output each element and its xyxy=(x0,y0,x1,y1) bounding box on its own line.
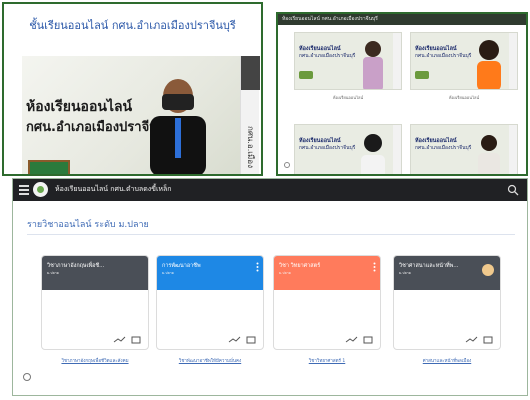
card-title: วิชาศาสนาและหน้าที่พ... xyxy=(399,263,459,269)
help-icon[interactable] xyxy=(23,373,31,381)
section-title: รายวิชาออนไลน์ ระดับ ม.ปลาย xyxy=(27,220,149,230)
card-subtitle: ม.ปลาย xyxy=(47,271,59,275)
course-card[interactable]: การพัฒนาอาชีพ ม.ปลาย xyxy=(156,255,264,350)
chalkboard-icon xyxy=(28,160,70,174)
video-thumbnail[interactable]: ห้องเรียนออนไลน์ กศน.อำเภอเมืองปราจีนบุร… xyxy=(294,32,402,90)
banner-sidebar: กศน.อ.เมือง xyxy=(240,56,260,174)
folder-icon xyxy=(246,336,256,344)
card-actions xyxy=(345,336,373,344)
thumb-subtitle: กศน.อำเภอเมืองปราจีนบุรี xyxy=(415,145,472,151)
video-grid-panel: ห้องเรียนออนไลน์ กศน.อำเภอเมืองปราจีนบุร… xyxy=(276,12,528,176)
thumb-subtitle: กศน.อำเภอเมืองปราจีนบุรี xyxy=(415,53,472,59)
hamburger-icon[interactable] xyxy=(19,185,29,195)
course-card[interactable]: วิชาภาษาอังกฤษเพื่อชี... ม.ปลาย xyxy=(41,255,149,350)
app-bar: ห้องเรียนออนไลน์ กศน.ตำบลดงขี้เหล็ก xyxy=(13,179,527,201)
folder-icon xyxy=(363,336,373,344)
card-header: การพัฒนาอาชีพ ม.ปลาย xyxy=(157,256,263,290)
thumb-subtitle: กศน.อำเภอเมืองปราจีนบุรี xyxy=(299,53,356,59)
video-grid-title-bar: ห้องเรียนออนไลน์ กศน.อำเภอเมืองปราจีนบุร… xyxy=(278,14,526,25)
panel-header: ชั้นเรียนออนไลน์ กศน.อำเภอเมืองปราจีนบุร… xyxy=(4,4,261,50)
course-link[interactable]: วิชาพัฒนาอาชีพให้มีความมั่นคง xyxy=(156,357,264,364)
card-subtitle: ม.ปลาย xyxy=(162,271,174,275)
header-title: ชั้นเรียนออนไลน์ กศน.อำเภอเมืองปราจีนบุร… xyxy=(29,19,236,32)
folder-icon xyxy=(131,336,141,344)
thumb-caption: ห้องเรียนออนไลน์ xyxy=(332,95,364,100)
course-emblem-icon xyxy=(482,264,494,276)
trending-icon xyxy=(345,336,358,343)
card-header: วิชาศาสนาและหน้าที่พ... ม.ปลาย xyxy=(394,256,500,290)
video-thumbnail[interactable]: ห้องเรียนออนไลน์ กศน.อำเภอเมืองปราจีนบุร… xyxy=(410,124,518,174)
teacher-photo xyxy=(363,41,383,89)
trending-icon xyxy=(228,336,241,343)
video-grid-title: ห้องเรียนออนไลน์ กศน.อำเภอเมืองปราจีนบุร… xyxy=(282,16,378,22)
card-actions xyxy=(113,336,141,344)
course-link[interactable]: วิชาภาษาอังกฤษเพื่อชีวิตและสังคม xyxy=(41,357,149,364)
thumb-caption: ห้องเรียนออนไลน์ xyxy=(448,95,480,100)
more-vertical-icon[interactable] xyxy=(373,262,376,272)
card-subtitle: ม.ปลาย xyxy=(399,271,411,275)
teacher-photo xyxy=(478,135,500,174)
banner-title-line1: ห้องเรียนออนไลน์ xyxy=(26,99,133,115)
course-link[interactable]: วิชาวิทยาศาสตร์ 1 xyxy=(273,357,381,364)
trending-icon xyxy=(465,336,478,343)
card-title: วิชาภาษาอังกฤษเพื่อชี... xyxy=(47,263,105,269)
logo-icon xyxy=(299,71,313,79)
card-title: การพัฒนาอาชีพ xyxy=(162,263,201,269)
teacher-photo xyxy=(361,134,385,174)
card-title: วิชา วิทยาศาสตร์ xyxy=(279,263,321,269)
banner-image: ห้องเรียนออนไลน์ กศน.อำเภอเมืองปราจีนบุร… xyxy=(22,56,244,174)
card-actions xyxy=(228,336,256,344)
course-link[interactable]: ศาสนาและหน้าที่พลเมือง xyxy=(393,357,501,364)
card-subtitle: ม.ปลาย xyxy=(279,271,291,275)
classroom-logo-icon xyxy=(33,182,48,197)
help-icon[interactable] xyxy=(284,162,290,168)
video-thumbnail[interactable]: ห้องเรียนออนไลน์ กศน.อำเภอเมืองปราจีนบุร… xyxy=(410,32,518,90)
search-icon[interactable] xyxy=(507,184,519,196)
sidebar-text: กศน.อ.เมือง xyxy=(246,126,255,168)
teacher-photo xyxy=(150,79,206,174)
course-card[interactable]: วิชา วิทยาศาสตร์ ม.ปลาย xyxy=(273,255,381,350)
logo-icon xyxy=(415,71,429,79)
video-thumbnail[interactable]: ห้องเรียนออนไลน์ กศน.อำเภอเมืองปราจีนบุร… xyxy=(294,124,402,174)
app-title: ห้องเรียนออนไลน์ กศน.ตำบลดงขี้เหล็ก xyxy=(55,185,172,193)
folder-icon xyxy=(483,336,493,344)
thumb-subtitle: กศน.อำเภอเมืองปราจีนบุรี xyxy=(299,145,356,151)
card-header: วิชา วิทยาศาสตร์ ม.ปลาย xyxy=(274,256,380,290)
teacher-photo xyxy=(477,40,501,89)
banner-panel: ชั้นเรียนออนไลน์ กศน.อำเภอเมืองปราจีนบุร… xyxy=(2,2,263,176)
card-actions xyxy=(465,336,493,344)
divider xyxy=(27,234,515,235)
more-vertical-icon[interactable] xyxy=(256,262,259,272)
trending-icon xyxy=(113,336,126,343)
classroom-panel: ห้องเรียนออนไลน์ กศน.ตำบลดงขี้เหล็ก รายว… xyxy=(12,178,528,396)
card-header: วิชาภาษาอังกฤษเพื่อชี... ม.ปลาย xyxy=(42,256,148,290)
course-card[interactable]: วิชาศาสนาและหน้าที่พ... ม.ปลาย xyxy=(393,255,501,350)
